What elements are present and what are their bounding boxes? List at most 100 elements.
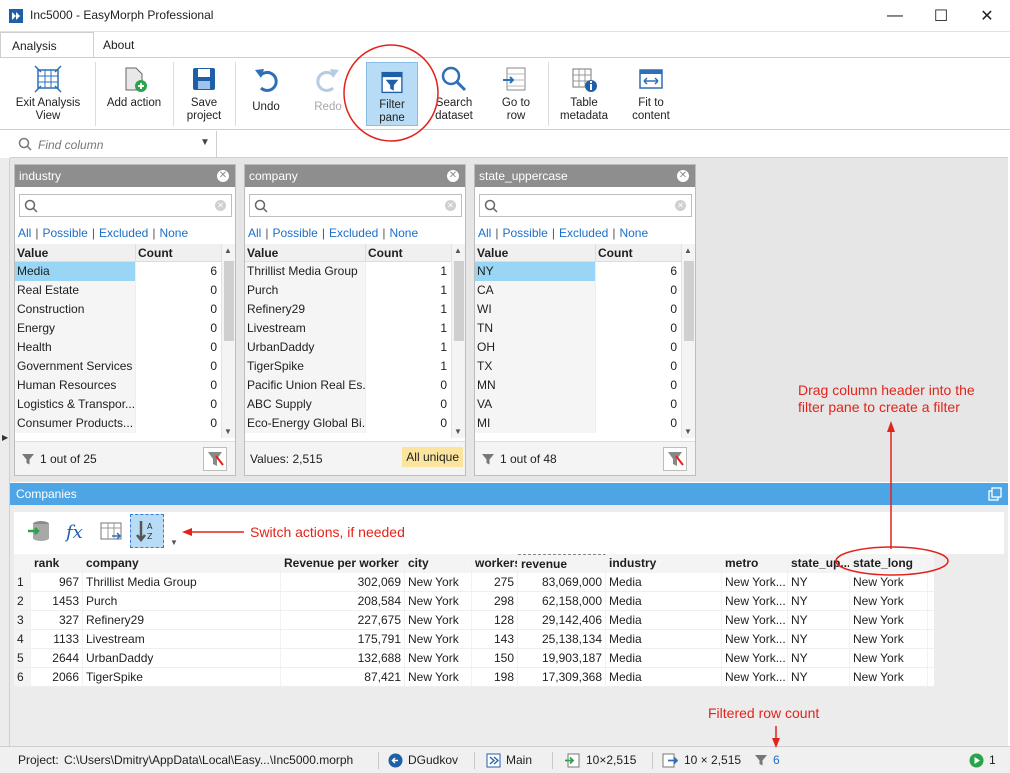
filter-scrollbar[interactable]: ▲ ▼ <box>221 244 235 438</box>
scroll-down-icon[interactable]: ▼ <box>684 427 692 436</box>
filter-search-input[interactable]: ✕ <box>479 194 692 217</box>
filter-link-excluded[interactable]: Excluded <box>559 226 608 240</box>
user-name[interactable]: DGudkov <box>408 753 458 767</box>
count-column-header[interactable]: Count <box>365 244 451 261</box>
clear-search-icon[interactable]: ✕ <box>445 200 456 211</box>
filter-link-excluded[interactable]: Excluded <box>329 226 378 240</box>
filter-link-possible[interactable]: Possible <box>272 226 317 240</box>
exit-analysis-view-button[interactable]: Exit Analysis View <box>10 58 86 130</box>
value-column-header[interactable]: Value <box>15 244 135 261</box>
minimize-button[interactable]: — <box>872 0 918 31</box>
filter-value-row[interactable]: NY 6 <box>475 262 681 281</box>
table-row[interactable]: 5 2644 UrbanDaddy 132,688 New York 150 19,903,… <box>14 649 934 668</box>
filter-value-row[interactable]: OH 0 <box>475 338 681 357</box>
filter-value-row[interactable]: UrbanDaddy 1 <box>245 338 451 357</box>
filter-link-all[interactable]: All <box>18 226 31 240</box>
value-column-header[interactable]: Value <box>245 244 365 261</box>
filter-link-all[interactable]: All <box>478 226 491 240</box>
table-row[interactable]: 1 967 Thrillist Media Group 302,069 New York… <box>14 573 934 592</box>
filter-value-row[interactable]: TX 0 <box>475 357 681 376</box>
filter-search-input[interactable]: ✕ <box>249 194 462 217</box>
rank-header[interactable]: rank <box>31 554 83 573</box>
table-row[interactable]: 3 327 Refinery29 227,675 New York 128 29,142,4… <box>14 611 934 630</box>
tab-analysis-view[interactable]: Analysis View <box>0 32 94 79</box>
reset-filter-button[interactable] <box>663 447 687 471</box>
add-action-button[interactable]: Add action <box>100 58 168 130</box>
table-row[interactable]: 4 1133 Livestream 175,791 New York 143 25,138,… <box>14 630 934 649</box>
reset-filter-button[interactable] <box>203 447 227 471</box>
revenue-header[interactable]: revenue <box>518 554 606 573</box>
industry-header[interactable]: industry <box>606 554 722 573</box>
filter-header[interactable]: state_uppercase ✕ <box>475 165 695 187</box>
filter-value-row[interactable]: MN 0 <box>475 376 681 395</box>
find-column-input[interactable]: Find column <box>38 138 103 152</box>
filter-value-row[interactable]: Refinery29 1 <box>245 300 451 319</box>
fit-to-content-button[interactable]: Fit to content <box>624 58 678 130</box>
search-dataset-button[interactable]: Search dataset <box>428 58 480 130</box>
undo-button[interactable]: Undo <box>240 58 292 130</box>
filter-value-row[interactable]: TN 0 <box>475 319 681 338</box>
filter-value-row[interactable]: CA 0 <box>475 281 681 300</box>
close-filter-icon[interactable]: ✕ <box>217 170 229 182</box>
filter-link-all[interactable]: All <box>248 226 261 240</box>
filter-link-none[interactable]: None <box>619 226 648 240</box>
filter-scrollbar[interactable]: ▲ ▼ <box>451 244 465 438</box>
filter-header[interactable]: company ✕ <box>245 165 465 187</box>
scroll-thumb[interactable] <box>684 261 694 341</box>
table-row[interactable]: 2 1453 Purch 208,584 New York 298 62,158,000 Me… <box>14 592 934 611</box>
filter-value-row[interactable]: Media 6 <box>15 262 221 281</box>
save-project-button[interactable]: Save project <box>178 58 230 130</box>
redo-button[interactable]: Redo <box>302 58 354 130</box>
filter-link-none[interactable]: None <box>389 226 418 240</box>
scroll-down-icon[interactable]: ▼ <box>454 427 462 436</box>
scroll-thumb[interactable] <box>454 261 464 341</box>
clear-search-icon[interactable]: ✕ <box>215 200 226 211</box>
module-name[interactable]: Main <box>506 753 532 767</box>
value-column-header[interactable]: Value <box>475 244 595 261</box>
filter-value-row[interactable]: Pacific Union Real Es... 0 <box>245 376 451 395</box>
tab-about[interactable]: About <box>95 32 145 58</box>
revenue-per-worker-header[interactable]: Revenue per worker <box>281 554 405 573</box>
filter-value-row[interactable]: Thrillist Media Group 1 <box>245 262 451 281</box>
close-filter-icon[interactable]: ✕ <box>447 170 459 182</box>
clear-search-icon[interactable]: ✕ <box>675 200 686 211</box>
scroll-up-icon[interactable]: ▲ <box>454 246 462 255</box>
filter-value-row[interactable]: Human Resources 0 <box>15 376 221 395</box>
dock-window-icon[interactable] <box>988 487 1002 501</box>
filter-pane-button[interactable]: Filter pane <box>366 62 418 126</box>
scroll-up-icon[interactable]: ▲ <box>224 246 232 255</box>
filter-value-row[interactable]: Consumer Products... 0 <box>15 414 221 433</box>
metro-header[interactable]: metro <box>722 554 788 573</box>
filter-value-row[interactable]: Livestream 1 <box>245 319 451 338</box>
close-filter-icon[interactable]: ✕ <box>677 170 689 182</box>
state-uppercase-header[interactable]: state_up... <box>788 554 850 573</box>
import-action-button[interactable] <box>22 514 56 548</box>
close-button[interactable]: ✕ <box>964 0 1010 31</box>
filter-value-row[interactable]: Purch 1 <box>245 281 451 300</box>
calculate-action-button[interactable]: fx <box>58 514 92 548</box>
filter-value-row[interactable]: Real Estate 0 <box>15 281 221 300</box>
filter-link-possible[interactable]: Possible <box>42 226 87 240</box>
filter-link-possible[interactable]: Possible <box>502 226 547 240</box>
filter-value-row[interactable]: Health 0 <box>15 338 221 357</box>
state-long-header[interactable]: state_long <box>850 554 928 573</box>
scroll-down-icon[interactable]: ▼ <box>224 427 232 436</box>
company-header[interactable]: company <box>83 554 281 573</box>
project-path[interactable]: C:\Users\Dmitry\AppData\Local\Easy...\In… <box>64 753 353 767</box>
city-header[interactable]: city <box>405 554 472 573</box>
filter-value-row[interactable]: Government Services 0 <box>15 357 221 376</box>
filter-link-none[interactable]: None <box>159 226 188 240</box>
filter-scrollbar[interactable]: ▲ ▼ <box>681 244 695 438</box>
rename-action-button[interactable] <box>94 514 128 548</box>
filter-value-row[interactable]: ABC Supply 0 <box>245 395 451 414</box>
sort-action-button[interactable]: AZ <box>130 514 164 548</box>
table-row[interactable]: 6 2066 TigerSpike 87,421 New York 198 17,309,3… <box>14 668 934 687</box>
filter-value-row[interactable]: TigerSpike 1 <box>245 357 451 376</box>
workers-header[interactable]: workers <box>472 554 518 573</box>
go-to-row-button[interactable]: Go to row <box>490 58 542 130</box>
filter-value-row[interactable]: Eco-Energy Global Bi... 0 <box>245 414 451 433</box>
row-index-header[interactable] <box>14 554 31 573</box>
filter-header[interactable]: industry ✕ <box>15 165 235 187</box>
count-column-header[interactable]: Count <box>135 244 221 261</box>
dropdown-arrow-icon[interactable]: ▼ <box>170 538 178 547</box>
